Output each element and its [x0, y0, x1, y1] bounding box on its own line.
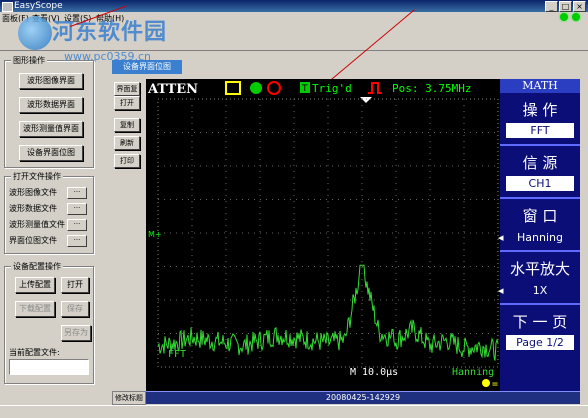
menu-value: ◂ 1X: [498, 284, 548, 297]
lock-icon: [267, 81, 281, 95]
run-icon: [250, 82, 262, 94]
menu-caption: 信 源: [522, 154, 558, 172]
trigger-icon: [225, 81, 241, 95]
status-leds: [560, 13, 580, 21]
group-title: 设备配置操作: [11, 261, 63, 272]
scope-screen: ATTEN T Trig'd Pos: 3.75MHz M+ FFT M 10.…: [146, 79, 500, 391]
title-bar: EasyScope _ □ ×: [0, 0, 588, 12]
trig-status: Trig'd: [312, 82, 352, 95]
save-as-button[interactable]: 另存为: [61, 325, 91, 341]
app-icon: [2, 2, 13, 12]
cursor-readout: = 2.72554MHz: [492, 379, 500, 390]
close-button[interactable]: ×: [573, 1, 586, 12]
left-panel: 图形操作 波形图像界面 波形数据界面 波形测量值界面 设备界面位图 打开文件操作…: [2, 55, 98, 396]
timebase-readout: M 10.0μs: [350, 367, 398, 378]
window-controls: _ □ ×: [545, 1, 586, 12]
watermark-name: 河东软件园: [52, 20, 168, 45]
tab-device-bitmap[interactable]: 设备界面位图: [112, 60, 182, 74]
graticule-grid: [158, 99, 498, 367]
save-config-button[interactable]: 保存: [61, 301, 89, 317]
maximize-button[interactable]: □: [559, 1, 572, 12]
led-green-1: [560, 13, 568, 21]
edge-icon: [368, 82, 382, 94]
window-title: EasyScope: [14, 1, 63, 11]
upload-config-button[interactable]: 上传配置: [15, 277, 55, 293]
menu-item-operation[interactable]: 操 作 FFT: [500, 99, 580, 138]
waveform-measure-button[interactable]: 波形测量值界面: [19, 121, 83, 137]
fft-label: FFT: [168, 349, 186, 360]
menu-item-hzoom[interactable]: 水平放大 ◂ 1X: [498, 258, 580, 297]
group-device-config: 设备配置操作 上传配置 打开 下载配置 保存 另存为 当前配置文件:: [4, 261, 94, 384]
group-title: 打开文件操作: [11, 171, 63, 182]
math-header: MATH: [500, 79, 580, 93]
scope-svg: ATTEN T Trig'd Pos: 3.75MHz M+ FFT M 10.…: [147, 81, 500, 390]
menu-caption: 操 作: [522, 101, 558, 119]
divider: [500, 144, 580, 146]
divider: [500, 197, 580, 199]
menu-item-window[interactable]: 窗 口 ◂ Hanning: [498, 205, 580, 244]
menu-caption: 下 一 页: [512, 313, 568, 331]
open-config-button[interactable]: 打开: [61, 277, 89, 293]
left-arrow-icon: ◂: [498, 284, 504, 297]
browse-button[interactable]: ···: [67, 203, 87, 215]
edit-title-button[interactable]: 修改标题: [112, 391, 146, 405]
file-row-label: 波形图像文件: [9, 188, 57, 197]
group-open-file: 打开文件操作 波形图像文件 ··· 波形数据文件 ··· 波形测量值文件 ···…: [4, 171, 94, 254]
minimize-button[interactable]: _: [545, 1, 558, 12]
led-green-2: [572, 13, 580, 21]
divider: [500, 303, 580, 305]
copy-button[interactable]: 复制: [114, 118, 140, 132]
left-arrow-icon: ◂: [498, 231, 504, 244]
reset-view-button[interactable]: 界面复位: [114, 82, 140, 105]
browse-button[interactable]: ···: [67, 187, 87, 199]
current-config-label: 当前配置文件:: [9, 348, 60, 357]
refresh-button[interactable]: 刷新: [114, 136, 140, 150]
marker-label: M+: [148, 230, 162, 239]
waveform-image-button[interactable]: 波形图像界面: [19, 73, 83, 89]
menu-value: CH1: [506, 176, 574, 191]
file-row-label: 波形测量值文件: [9, 220, 65, 229]
download-config-button[interactable]: 下载配置: [15, 301, 55, 317]
browse-button[interactable]: ···: [67, 219, 87, 231]
file-row-label: 波形数据文件: [9, 204, 57, 213]
status-bar: [0, 405, 588, 418]
device-bitmap-button[interactable]: 设备界面位图: [19, 145, 83, 161]
file-row-label: 界面位图文件: [9, 236, 57, 245]
watermark-logo-icon: [18, 16, 52, 50]
menu-item-next-page[interactable]: 下 一 页 Page 1/2: [500, 311, 580, 350]
pos-readout: Pos: 3.75MHz: [392, 82, 471, 95]
cursor-icon: [482, 379, 490, 387]
browse-button[interactable]: ···: [67, 235, 87, 247]
menu-caption: 窗 口: [522, 207, 558, 225]
group-graphic-ops: 图形操作 波形图像界面 波形数据界面 波形测量值界面 设备界面位图: [4, 55, 94, 168]
open-button[interactable]: 打开: [114, 96, 140, 110]
atten-label: ATTEN: [147, 82, 198, 97]
group-title: 图形操作: [11, 55, 47, 66]
math-menu: MATH 操 作 FFT 信 源 CH1 窗 口 ◂ Hanning 水平放大 ◂…: [498, 79, 580, 391]
divider: [500, 250, 580, 252]
menu-item-source[interactable]: 信 源 CH1: [500, 152, 580, 191]
current-config-field[interactable]: [9, 359, 89, 375]
window-readout: Hanning: [452, 367, 494, 378]
timestamp-bar: 20080425-142929: [146, 391, 580, 404]
menu-value: FFT: [506, 123, 574, 138]
print-button[interactable]: 打印: [114, 154, 140, 168]
svg-text:T: T: [301, 84, 308, 94]
waveform-data-button[interactable]: 波形数据界面: [19, 97, 83, 113]
menu-value: ◂ Hanning: [498, 231, 563, 244]
menu-caption: 水平放大: [509, 260, 570, 278]
menu-value: Page 1/2: [506, 335, 574, 350]
